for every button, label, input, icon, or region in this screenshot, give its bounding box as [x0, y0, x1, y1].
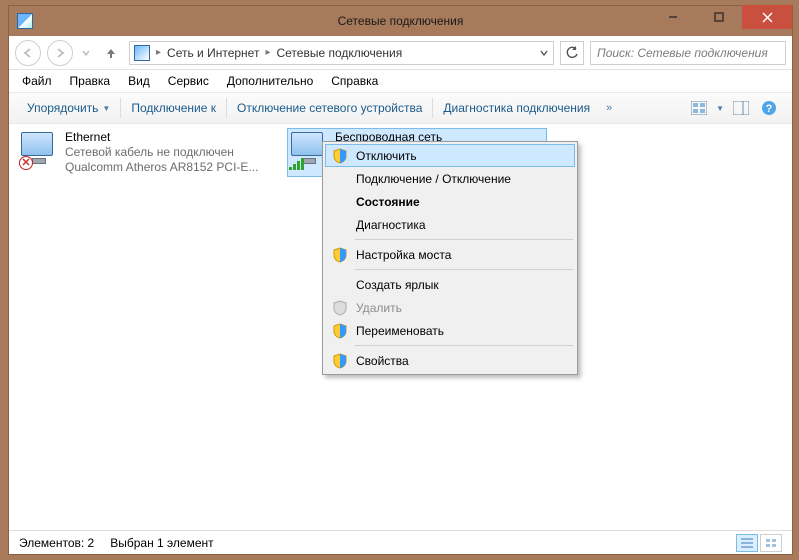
nav-back-button[interactable] [15, 40, 41, 66]
ctx-diagnostics[interactable]: Диагностика [325, 213, 575, 236]
error-overlay-icon: ✕ [19, 156, 33, 170]
content-area[interactable]: ✕ Ethernet Сетевой кабель не подключен Q… [9, 124, 792, 530]
ctx-create-shortcut[interactable]: Создать ярлык [325, 273, 575, 296]
nav-forward-button[interactable] [47, 40, 73, 66]
ctx-bridge[interactable]: Настройка моста [325, 243, 575, 266]
menu-edit[interactable]: Правка [61, 72, 120, 90]
title-bar[interactable]: Сетевые подключения [9, 6, 792, 36]
ctx-label: Диагностика [356, 218, 426, 232]
shield-icon [332, 148, 348, 164]
preview-pane-button[interactable] [730, 97, 752, 119]
shield-icon [332, 247, 348, 263]
connection-name: Ethernet [65, 130, 258, 145]
connect-to-button[interactable]: Подключение к [121, 93, 226, 123]
breadcrumb-network[interactable]: Сеть и Интернет [163, 42, 263, 64]
chevron-down-icon: ▼ [102, 104, 110, 113]
status-count: Элементов: 2 [19, 536, 94, 550]
shield-icon [332, 353, 348, 369]
address-dropdown[interactable] [535, 42, 553, 64]
ctx-label: Подключение / Отключение [356, 172, 511, 186]
address-bar[interactable]: ▸ Сеть и Интернет ▸ Сетевые подключения [129, 41, 554, 65]
ctx-label: Переименовать [356, 324, 444, 338]
ethernet-icon: ✕ [19, 130, 59, 170]
ctx-status[interactable]: Состояние [325, 190, 575, 213]
close-button[interactable] [742, 5, 792, 29]
nav-history-dropdown[interactable] [79, 40, 93, 66]
app-icon [17, 13, 33, 29]
ctx-disable[interactable]: Отключить [325, 144, 575, 167]
status-bar: Элементов: 2 Выбран 1 элемент [9, 530, 792, 554]
signal-overlay-icon [289, 158, 305, 170]
breadcrumb-connections[interactable]: Сетевые подключения [272, 42, 406, 64]
search-input[interactable]: Поиск: Сетевые подключения [590, 41, 786, 65]
diagnose-button[interactable]: Диагностика подключения [433, 93, 600, 123]
menu-file[interactable]: Файл [13, 72, 61, 90]
chevron-down-icon[interactable]: ▼ [716, 104, 724, 113]
separator [355, 239, 573, 240]
menu-extra[interactable]: Дополнительно [218, 72, 322, 90]
window-controls [650, 6, 792, 36]
nav-up-button[interactable] [99, 41, 123, 65]
connection-status: Сетевой кабель не подключен [65, 145, 258, 160]
ctx-label: Создать ярлык [356, 278, 439, 292]
disable-device-label: Отключение сетевого устройства [237, 101, 422, 115]
shield-icon [332, 300, 348, 316]
help-button[interactable]: ? [758, 97, 780, 119]
view-layout-button[interactable] [688, 97, 710, 119]
overflow-button[interactable]: » [600, 93, 618, 123]
ctx-properties[interactable]: Свойства [325, 349, 575, 372]
location-icon [134, 45, 150, 61]
ctx-label: Удалить [356, 301, 402, 315]
explorer-window: Сетевые подключения ▸ [8, 5, 793, 555]
shield-icon [332, 323, 348, 339]
command-bar: Упорядочить ▼ Подключение к Отключение с… [9, 92, 792, 124]
organize-button[interactable]: Упорядочить ▼ [17, 93, 120, 123]
breadcrumb-label: Сеть и Интернет [167, 46, 259, 60]
organize-label: Упорядочить [27, 101, 98, 115]
separator [355, 345, 573, 346]
breadcrumb-label: Сетевые подключения [276, 46, 402, 60]
ctx-label: Настройка моста [356, 248, 451, 262]
ctx-label: Отключить [356, 149, 417, 163]
menu-help[interactable]: Справка [322, 72, 387, 90]
ctx-delete: Удалить [325, 296, 575, 319]
chevron-right-icon[interactable]: ▸ [263, 47, 272, 58]
context-menu: Отключить Подключение / Отключение Состо… [322, 141, 578, 375]
menu-tools[interactable]: Сервис [159, 72, 218, 90]
svg-text:?: ? [766, 103, 773, 115]
disable-device-button[interactable]: Отключение сетевого устройства [227, 93, 432, 123]
view-large-icons-button[interactable] [760, 534, 782, 552]
connection-text: Ethernet Сетевой кабель не подключен Qua… [65, 130, 258, 175]
view-details-button[interactable] [736, 534, 758, 552]
maximize-button[interactable] [696, 5, 742, 29]
menu-bar: Файл Правка Вид Сервис Дополнительно Спр… [9, 70, 792, 92]
ctx-rename[interactable]: Переименовать [325, 319, 575, 342]
search-placeholder: Поиск: Сетевые подключения [597, 46, 768, 60]
diagnose-label: Диагностика подключения [443, 101, 590, 115]
connection-adapter: Qualcomm Atheros AR8152 PCI-E... [65, 160, 258, 175]
chevron-right-icon[interactable]: ▸ [154, 47, 163, 58]
chevrons-right-icon: » [606, 102, 612, 114]
ctx-label: Свойства [356, 354, 409, 368]
status-selection: Выбран 1 элемент [110, 536, 213, 550]
connect-to-label: Подключение к [131, 101, 216, 115]
connection-ethernet[interactable]: ✕ Ethernet Сетевой кабель не подключен Q… [17, 128, 277, 177]
refresh-button[interactable] [560, 41, 584, 65]
minimize-button[interactable] [650, 5, 696, 29]
ctx-label: Состояние [356, 195, 420, 209]
ctx-connect-disconnect[interactable]: Подключение / Отключение [325, 167, 575, 190]
separator [355, 269, 573, 270]
menu-view[interactable]: Вид [119, 72, 159, 90]
address-row: ▸ Сеть и Интернет ▸ Сетевые подключения … [9, 36, 792, 70]
